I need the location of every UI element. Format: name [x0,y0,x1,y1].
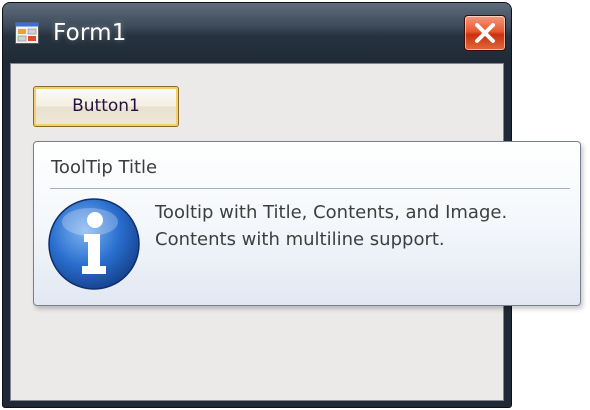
info-icon [46,196,142,292]
tooltip-separator [50,188,570,189]
close-icon [475,23,495,43]
tooltip-title: ToolTip Title [51,157,158,178]
close-button[interactable] [464,15,506,51]
title-bar[interactable]: Form1 [3,3,511,63]
tooltip-balloon: ToolTip Title Tooltip with Title, Conten… [33,141,581,306]
button1[interactable]: Button1 [33,86,179,127]
form-app-icon[interactable] [15,22,39,44]
window-title: Form1 [53,20,127,46]
tooltip-content-line-1: Tooltip with Title, Contents, and Image. [155,202,508,223]
tooltip-content-line-2: Contents with multiline support. [155,229,445,250]
